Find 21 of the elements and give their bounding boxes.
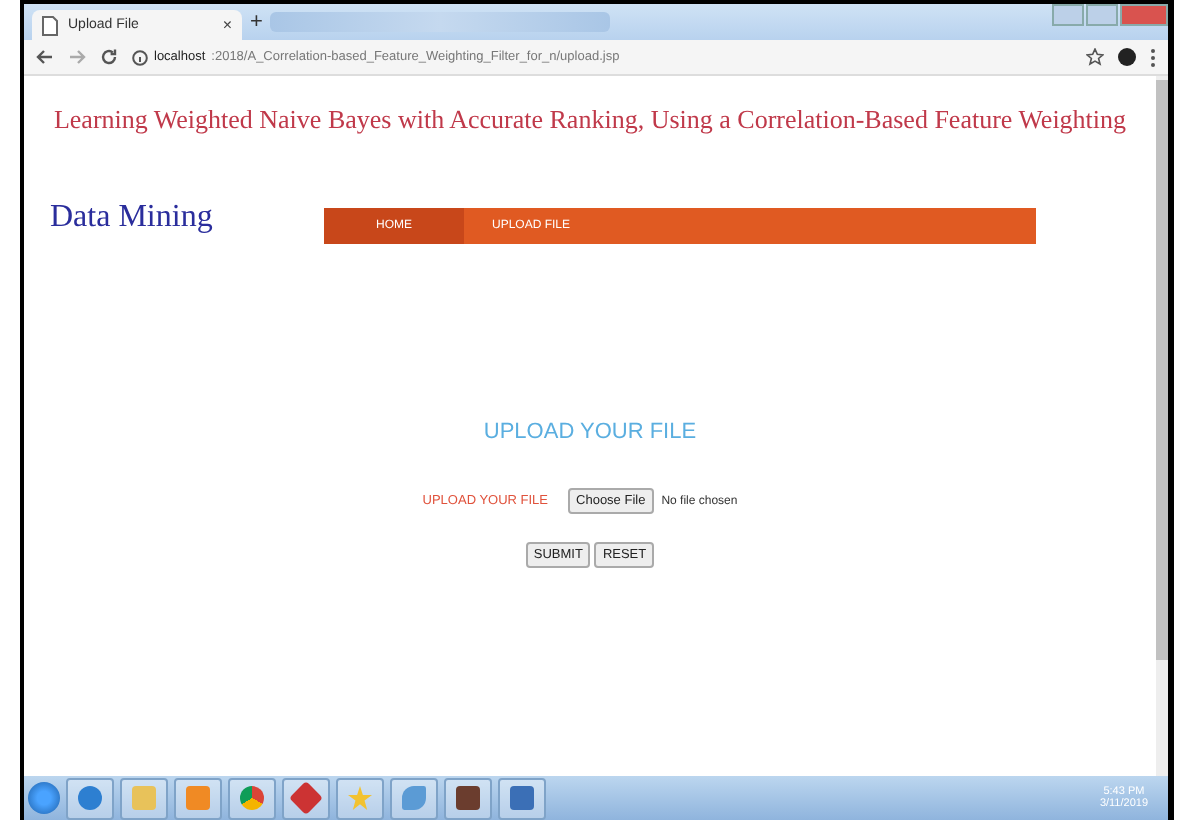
back-icon[interactable] [36, 48, 54, 66]
page-icon [42, 15, 58, 35]
upload-heading: UPLOAD YOUR FILE [481, 420, 699, 444]
taskbar-app-icon[interactable] [66, 777, 114, 819]
taskbar-app-icon[interactable] [228, 777, 276, 819]
forward-icon[interactable] [68, 48, 86, 66]
close-tab-button[interactable]: × [222, 16, 232, 34]
taskbar-app-icon[interactable] [282, 777, 330, 819]
scrollbar[interactable] [1156, 76, 1168, 776]
taskbar-app-icon[interactable] [444, 777, 492, 819]
taskbar-app-icon[interactable] [498, 777, 546, 819]
start-button[interactable] [28, 782, 60, 814]
new-tab-button[interactable]: + [250, 10, 263, 34]
window-controls[interactable] [1052, 4, 1168, 26]
page-title: Learning Weighted Naive Bayes with Accurate Ranking, Using a Correlation-Based Feature Weighting [51, 104, 1129, 136]
profile-avatar[interactable] [1118, 48, 1136, 66]
star-icon[interactable] [1086, 48, 1104, 66]
reload-icon[interactable] [100, 48, 118, 66]
menu-icon[interactable] [1150, 47, 1156, 67]
info-icon [132, 49, 148, 65]
site-logo: Data Mining [48, 200, 215, 236]
